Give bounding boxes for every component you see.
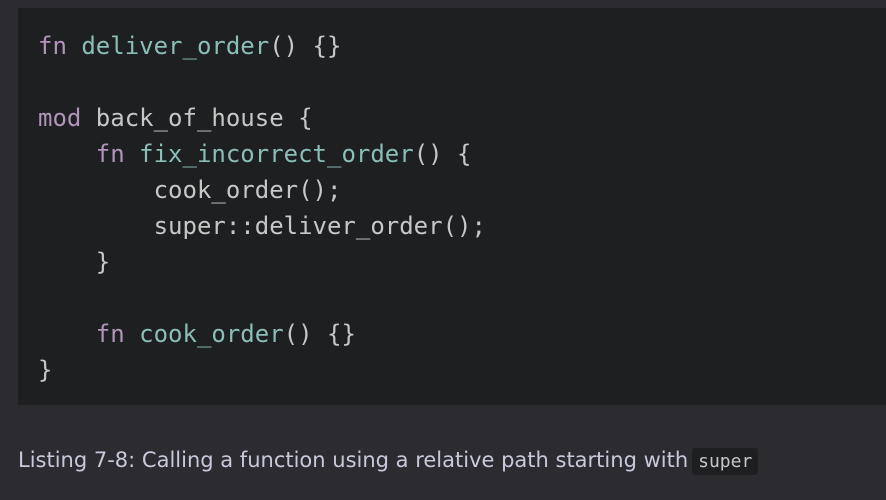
- code-text: }: [38, 248, 111, 276]
- caption-text: Listing 7-8: Calling a function using a …: [18, 448, 689, 472]
- code-keyword: mod: [38, 104, 82, 132]
- code-function-name: cook_order: [139, 320, 284, 348]
- code-text: () {}: [269, 32, 342, 60]
- code-keyword: fn: [38, 32, 67, 60]
- code-text: cook_order();: [38, 176, 342, 204]
- code-line: fn fix_incorrect_order() {: [38, 136, 886, 172]
- code-keyword: fn: [95, 140, 125, 168]
- caption-inline-code: super: [692, 448, 759, 475]
- code-listing: fn deliver_order() {} mod back_of_house {…: [38, 28, 886, 388]
- code-line: mod back_of_house {: [38, 100, 886, 136]
- code-line: fn cook_order() {}: [38, 316, 886, 352]
- code-line: }: [38, 352, 886, 388]
- code-function-name: fix_incorrect_order: [139, 140, 414, 168]
- code-line: fn deliver_order() {}: [38, 28, 886, 64]
- code-block: fn deliver_order() {} mod back_of_house {…: [18, 8, 886, 405]
- code-line: cook_order();: [38, 172, 886, 208]
- code-keyword: fn: [95, 320, 125, 348]
- code-line: super::deliver_order();: [38, 208, 886, 244]
- code-text: }: [38, 356, 53, 384]
- code-text: back_of_house {: [81, 104, 313, 132]
- code-line: }: [38, 244, 886, 280]
- code-function-name: deliver_order: [81, 32, 270, 60]
- code-text: () {}: [283, 320, 356, 348]
- listing-caption: Listing 7-8: Calling a function using a …: [18, 448, 759, 475]
- code-text: () {: [413, 140, 472, 168]
- code-text: super::deliver_order();: [38, 212, 486, 240]
